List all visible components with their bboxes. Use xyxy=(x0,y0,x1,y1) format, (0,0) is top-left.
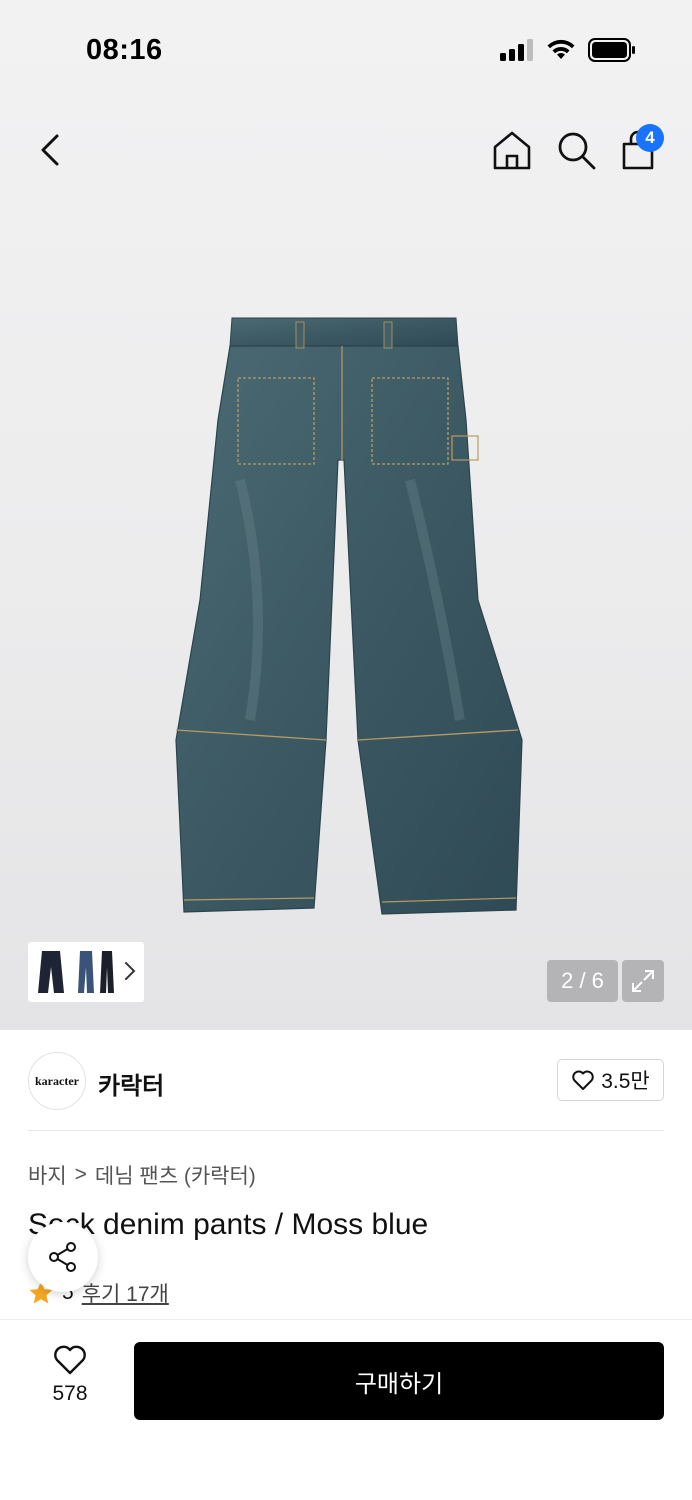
wishlist-count: 578 xyxy=(52,1382,88,1405)
share-icon xyxy=(49,1242,76,1272)
chevron-right-icon xyxy=(125,962,136,980)
home-icon xyxy=(493,131,531,170)
home-button[interactable] xyxy=(490,128,534,172)
expand-icon xyxy=(632,970,654,992)
breadcrumb-separator: > xyxy=(74,1163,87,1186)
breadcrumb: 바지 > 데님 팬츠 (카락터) xyxy=(28,1160,256,1190)
thumbnail-strip[interactable] xyxy=(28,942,144,1002)
cart-count-badge: 4 xyxy=(636,124,664,152)
top-nav xyxy=(0,120,692,180)
expand-button[interactable] xyxy=(622,960,664,1002)
divider xyxy=(28,1130,664,1131)
thumbnail-images xyxy=(38,951,114,993)
heart-icon xyxy=(572,1070,594,1090)
page-indicator: 2 / 6 xyxy=(547,960,618,1002)
product-image[interactable] xyxy=(160,300,540,930)
wishlist-button[interactable]: 578 xyxy=(30,1344,110,1414)
back-icon xyxy=(41,134,59,166)
brand-name[interactable]: 카락터 xyxy=(98,1066,164,1101)
share-button[interactable] xyxy=(28,1222,98,1292)
buy-button[interactable]: 구매하기 xyxy=(134,1342,664,1420)
signal-icon xyxy=(500,39,533,61)
wifi-icon xyxy=(547,39,575,59)
review-link[interactable]: 후기 17개 xyxy=(82,1278,169,1308)
back-button[interactable] xyxy=(30,126,70,174)
product-hero: 08:16 4 2 / 6 xyxy=(0,0,692,1030)
search-icon xyxy=(558,132,596,170)
brand-row: karacter 카락터 3.5만 xyxy=(0,1050,692,1130)
heart-icon xyxy=(54,1345,86,1375)
breadcrumb-category[interactable]: 바지 xyxy=(28,1160,67,1190)
brand-logo[interactable]: karacter xyxy=(28,1052,86,1110)
brand-like-count: 3.5만 xyxy=(601,1070,650,1093)
status-icons xyxy=(500,38,636,62)
status-bar: 08:16 xyxy=(0,0,692,100)
bottom-bar: 578 구매하기 xyxy=(0,1319,692,1500)
brand-like-button[interactable]: 3.5만 xyxy=(557,1059,664,1101)
search-button[interactable] xyxy=(554,128,598,172)
status-time: 08:16 xyxy=(86,34,163,66)
breadcrumb-subcategory[interactable]: 데님 팬츠 (카락터) xyxy=(95,1160,256,1190)
battery-icon xyxy=(588,38,635,62)
